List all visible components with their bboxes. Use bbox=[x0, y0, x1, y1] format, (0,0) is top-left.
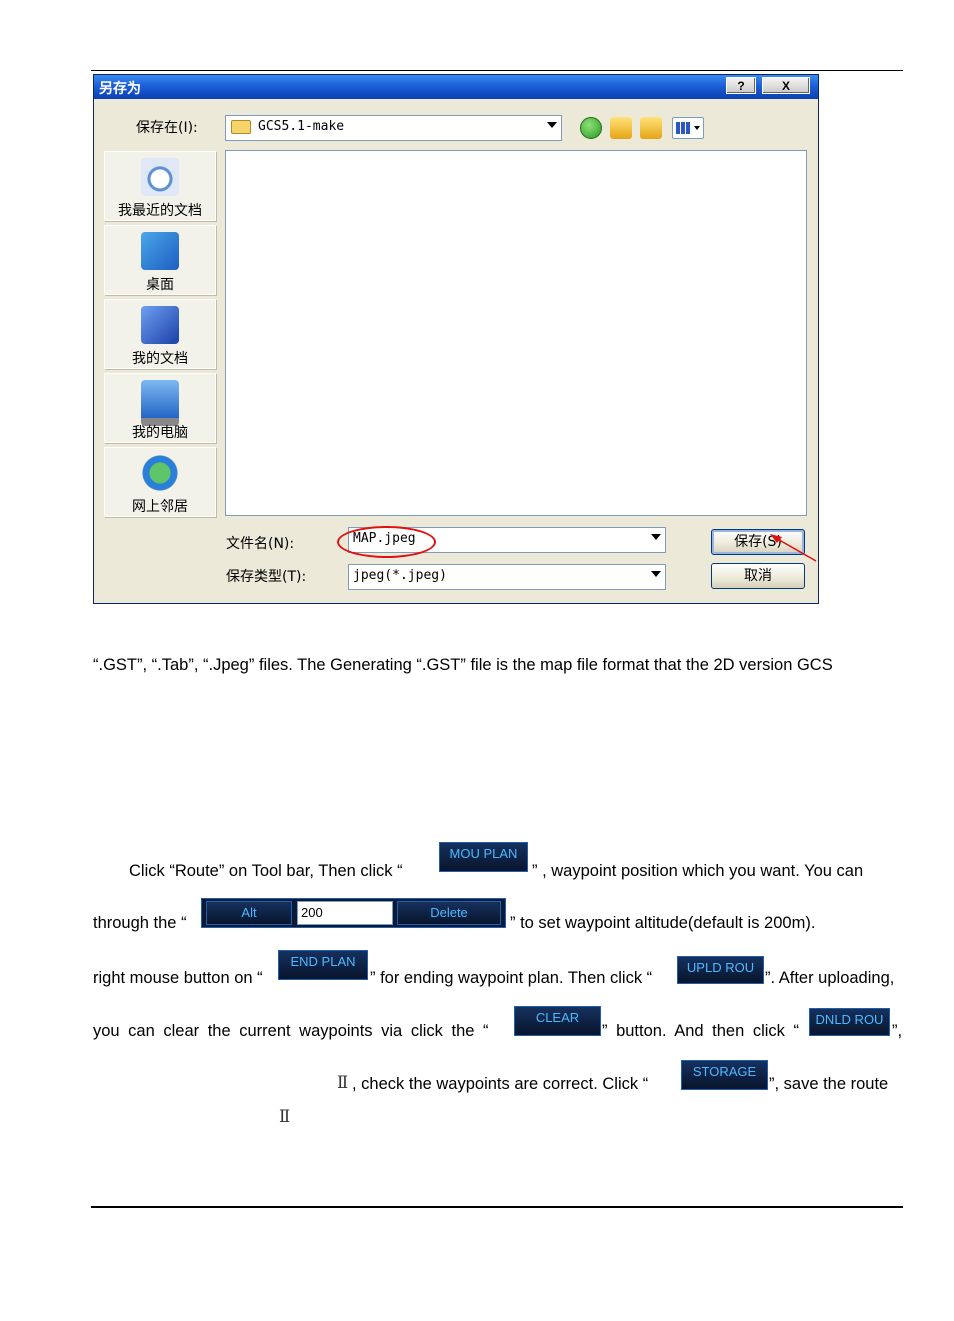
paragraph-line-2a: Click “Route” on Tool bar, Then click “ bbox=[129, 862, 403, 880]
save-as-dialog: 另存为 ? X 保存在(I): GCS5.1-make 我最近的文档 桌面 我的… bbox=[93, 74, 819, 604]
paragraph-line-1: “.GST”, “.Tab”, “.Jpeg” files. The Gener… bbox=[93, 656, 833, 674]
chevron-down-icon bbox=[694, 126, 700, 130]
highlight-ellipse bbox=[337, 526, 436, 558]
paragraph-line-6b: ”, save the route bbox=[769, 1075, 889, 1093]
network-places-icon bbox=[141, 454, 179, 492]
place-label: 网上邻居 bbox=[132, 499, 188, 515]
views-menu-icon[interactable] bbox=[672, 117, 704, 139]
place-recent-documents[interactable]: 我最近的文档 bbox=[104, 151, 216, 221]
paragraph-line-2b: ” , waypoint position which you want. Yo… bbox=[532, 862, 864, 880]
paragraph-line-3a: through the “ bbox=[93, 914, 187, 932]
desktop-icon bbox=[141, 232, 179, 270]
my-documents-icon bbox=[141, 306, 179, 344]
recent-documents-icon bbox=[141, 158, 179, 196]
file-list[interactable] bbox=[225, 150, 807, 516]
filetype-label: 保存类型(T): bbox=[226, 569, 307, 585]
chevron-down-icon[interactable] bbox=[547, 122, 557, 128]
place-network[interactable]: 网上邻居 bbox=[104, 447, 216, 517]
place-label: 桌面 bbox=[146, 277, 174, 293]
paragraph-line-5c: ”, bbox=[892, 1022, 903, 1040]
storage-button[interactable]: STORAGE bbox=[681, 1060, 768, 1090]
dialog-title: 另存为 bbox=[99, 81, 141, 97]
altitude-toolbar: Alt 200 Delete bbox=[201, 898, 506, 928]
paragraph-line-4b: ” for ending waypoint plan. Then click “ bbox=[370, 969, 653, 987]
place-my-computer[interactable]: 我的电脑 bbox=[104, 373, 216, 443]
paragraph-line-6a: , check the waypoints are correct. Click… bbox=[352, 1075, 649, 1093]
altitude-input[interactable]: 200 bbox=[297, 901, 393, 925]
chevron-down-icon[interactable] bbox=[651, 534, 661, 540]
new-folder-icon[interactable] bbox=[640, 117, 662, 139]
views-grid-icon bbox=[676, 122, 690, 134]
up-folder-icon[interactable] bbox=[610, 117, 632, 139]
save-in-label: 保存在(I): bbox=[136, 120, 198, 136]
filetype-value: jpeg(*.jpeg) bbox=[353, 568, 447, 583]
cancel-button[interactable]: 取消 bbox=[711, 563, 805, 589]
help-button[interactable]: ? bbox=[726, 77, 756, 94]
chevron-down-icon[interactable] bbox=[651, 571, 661, 577]
clear-button[interactable]: CLEAR bbox=[514, 1006, 601, 1036]
filetype-dropdown[interactable]: jpeg(*.jpeg) bbox=[348, 564, 666, 590]
paragraph-line-3b: ” to set waypoint altitude(default is 20… bbox=[510, 914, 816, 932]
alt-label: Alt bbox=[206, 901, 292, 925]
dnld-rou-button[interactable]: DNLD ROU bbox=[809, 1008, 890, 1036]
save-in-dropdown[interactable]: GCS5.1-make bbox=[225, 115, 562, 141]
paragraph-line-4a: right mouse button on “ bbox=[93, 969, 263, 987]
upld-rou-button[interactable]: UPLD ROU bbox=[677, 956, 764, 984]
my-computer-icon bbox=[141, 380, 179, 426]
footer-rule bbox=[91, 1206, 903, 1208]
roman-numeral-ii: Ⅱ bbox=[337, 1073, 349, 1092]
back-icon[interactable] bbox=[580, 117, 602, 139]
pointer-arrow-icon bbox=[770, 534, 817, 562]
end-plan-button[interactable]: END PLAN bbox=[278, 950, 368, 980]
place-label: 我最近的文档 bbox=[118, 203, 202, 219]
delete-button[interactable]: Delete bbox=[397, 901, 501, 925]
header-rule bbox=[91, 70, 903, 71]
place-label: 我的电脑 bbox=[132, 425, 188, 441]
save-in-value: GCS5.1-make bbox=[258, 119, 345, 134]
dialog-titlebar: 另存为 ? X bbox=[94, 75, 818, 99]
place-desktop[interactable]: 桌面 bbox=[104, 225, 216, 295]
paragraph-line-5b: ” button. And then click “ bbox=[602, 1022, 800, 1040]
places-bar: 我最近的文档 桌面 我的文档 我的电脑 网上邻居 bbox=[104, 151, 216, 519]
place-label: 我的文档 bbox=[132, 351, 188, 367]
place-my-documents[interactable]: 我的文档 bbox=[104, 299, 216, 369]
roman-numeral-ii: Ⅱ bbox=[279, 1107, 291, 1126]
mou-plan-button[interactable]: MOU PLAN bbox=[439, 842, 528, 872]
paragraph-line-4c: ”. After uploading, bbox=[765, 969, 895, 987]
folder-icon bbox=[231, 120, 251, 134]
close-button[interactable]: X bbox=[762, 77, 810, 94]
paragraph-line-5a: you can clear the current waypoints via … bbox=[93, 1022, 489, 1040]
filename-label: 文件名(N): bbox=[226, 536, 295, 552]
